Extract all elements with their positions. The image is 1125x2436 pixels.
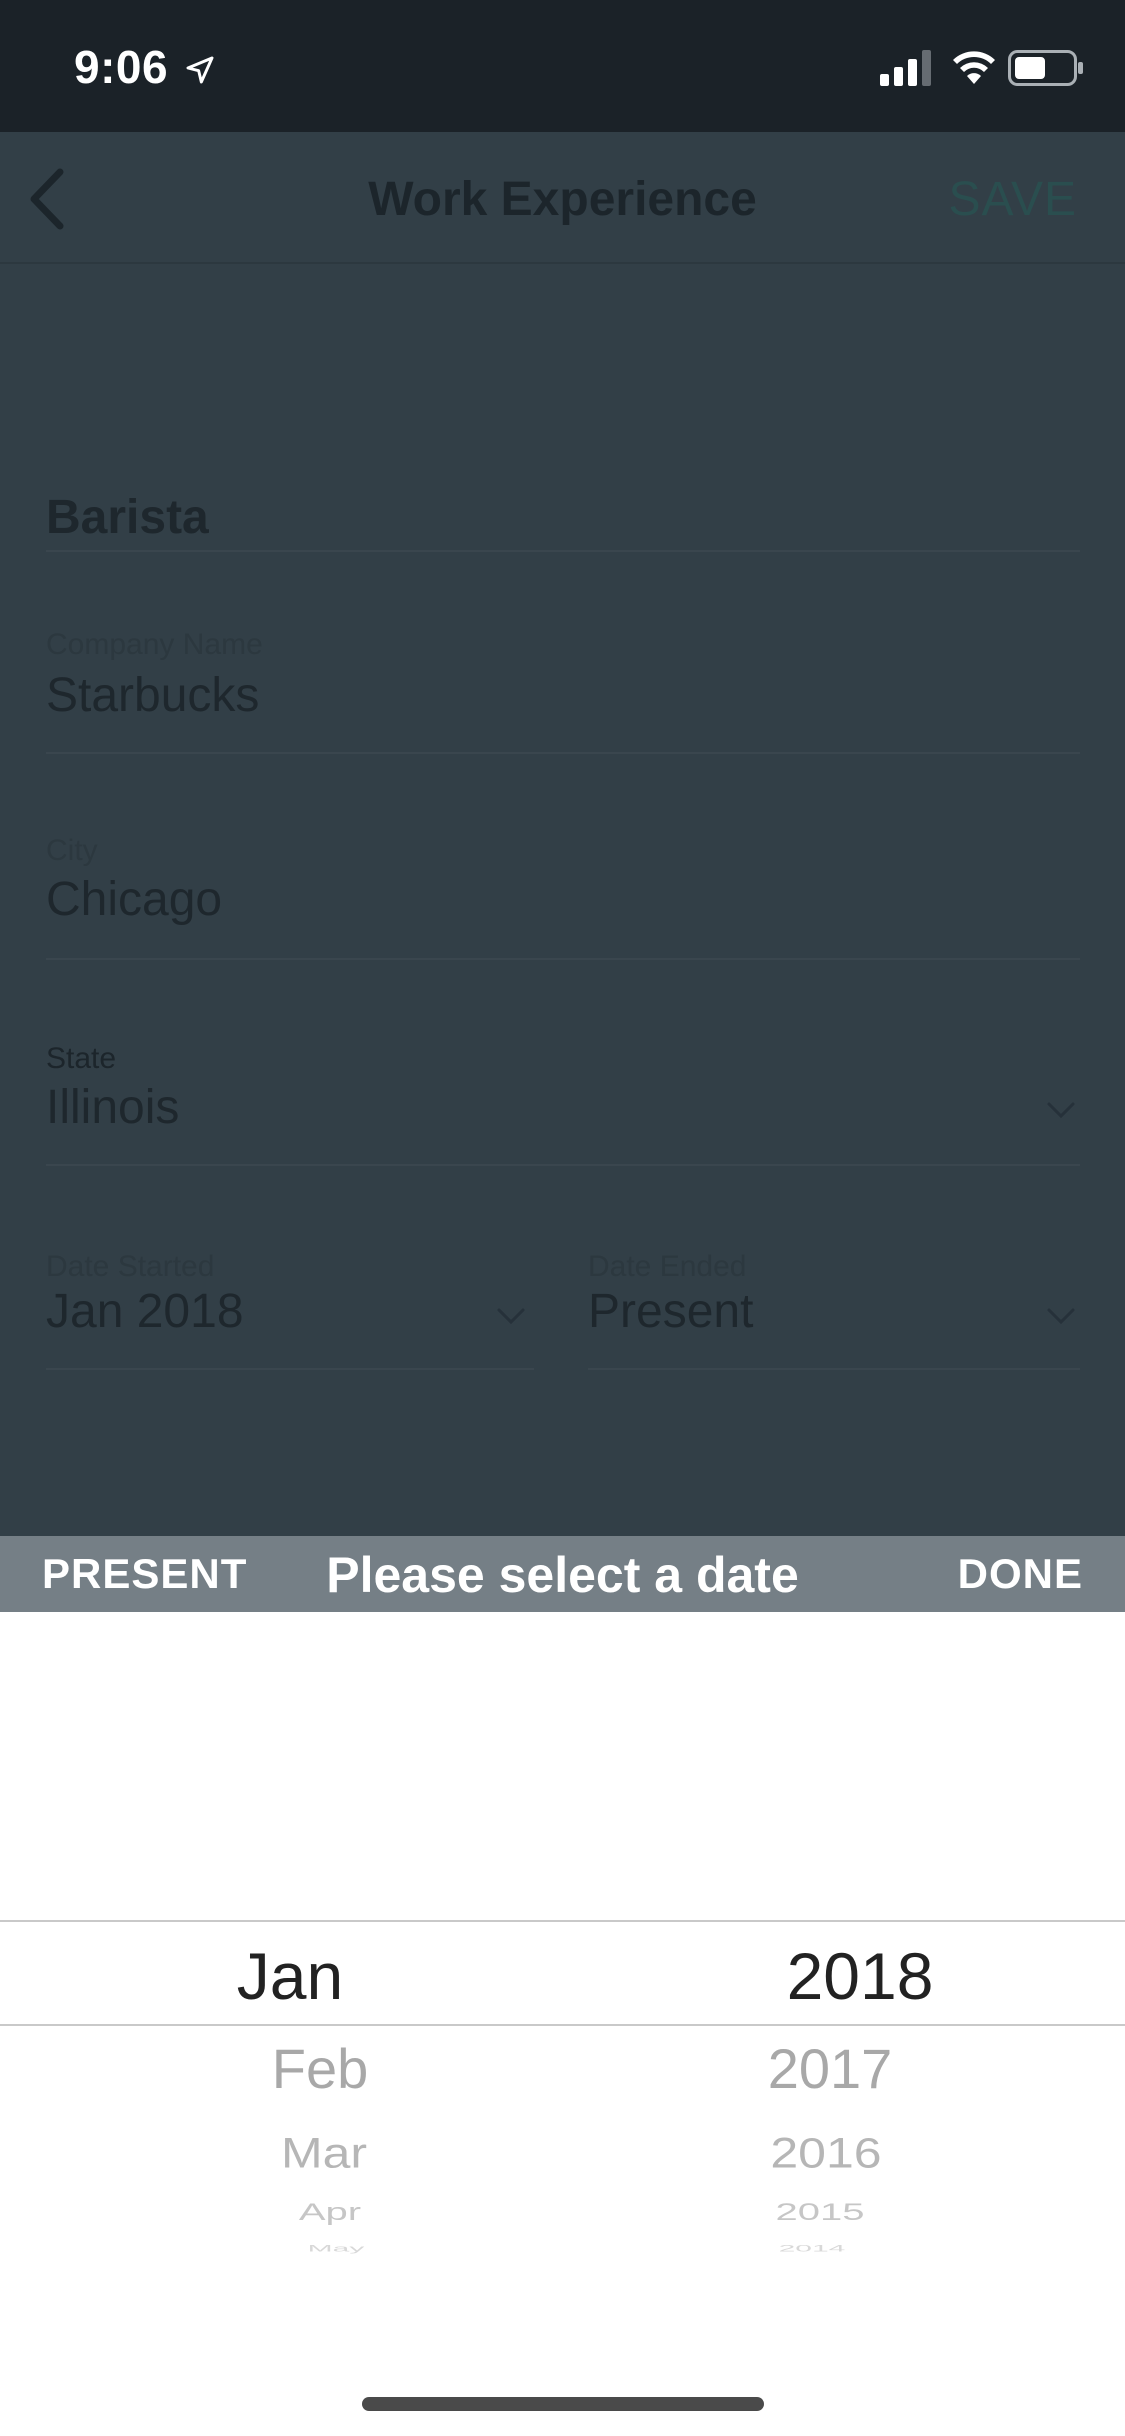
- month-option[interactable]: Apr: [130, 2199, 530, 2226]
- city-field[interactable]: City Chicago: [46, 754, 1080, 960]
- company-name-field[interactable]: Company Name Starbucks: [46, 552, 1080, 754]
- month-option[interactable]: Feb: [120, 2036, 520, 2101]
- month-option[interactable]: May: [136, 2244, 536, 2254]
- save-button[interactable]: SAVE: [949, 172, 1078, 227]
- chevron-down-icon: [1047, 1308, 1075, 1325]
- wifi-icon: [953, 51, 995, 84]
- date-ended-value: Present: [588, 1285, 754, 1338]
- home-indicator[interactable]: [362, 2397, 764, 2411]
- year-option[interactable]: 2015: [620, 2199, 1020, 2226]
- status-bar: 9:06: [0, 0, 1125, 132]
- company-name-value: Starbucks: [46, 669, 260, 722]
- selection-line-bottom: [0, 2024, 1125, 2026]
- done-button[interactable]: DONE: [958, 1550, 1083, 1598]
- chevron-down-icon: [1047, 1102, 1075, 1119]
- date-started-label: Date Started: [46, 1250, 215, 1283]
- picker-title: Please select a date: [326, 1547, 799, 1603]
- date-started-value: Jan 2018: [46, 1285, 244, 1338]
- city-value: Chicago: [46, 873, 223, 926]
- job-title-field[interactable]: Barista: [46, 404, 1080, 552]
- city-label: City: [46, 834, 98, 867]
- selection-line-top: [0, 1920, 1125, 1922]
- job-title-value: Barista: [46, 491, 209, 544]
- year-option[interactable]: 2014: [612, 2244, 1012, 2254]
- work-experience-form: Work Experience SAVE Barista Company Nam…: [0, 132, 1125, 1536]
- chevron-down-icon: [497, 1308, 525, 1325]
- month-option[interactable]: Mar: [124, 2128, 524, 2177]
- date-ended-field[interactable]: Date Ended Present: [588, 1166, 1080, 1370]
- signal-icon: [880, 50, 931, 86]
- year-option[interactable]: 2017: [630, 2036, 1030, 2101]
- state-value: Illinois: [46, 1081, 180, 1134]
- location-arrow-icon: [186, 56, 214, 84]
- picker-toolbar: PRESENT Please select a date DONE: [0, 1536, 1125, 1612]
- state-label: State: [46, 1042, 117, 1075]
- date-started-field[interactable]: Date Started Jan 2018: [46, 1166, 534, 1370]
- date-ended-label: Date Ended: [588, 1250, 747, 1283]
- battery-icon: [1008, 50, 1083, 86]
- company-name-label: Company Name: [46, 628, 263, 661]
- year-option-selected[interactable]: 2018: [660, 1938, 1060, 2014]
- year-option[interactable]: 2016: [626, 2128, 1026, 2177]
- date-picker[interactable]: Jan Feb Mar Apr May 2018 2017 2016 2015 …: [0, 1612, 1125, 2436]
- month-option-selected[interactable]: Jan: [90, 1938, 490, 2014]
- state-field[interactable]: State Illinois: [46, 960, 1080, 1166]
- status-time: 9:06: [74, 41, 169, 93]
- navigation-bar: Work Experience SAVE: [0, 132, 1125, 264]
